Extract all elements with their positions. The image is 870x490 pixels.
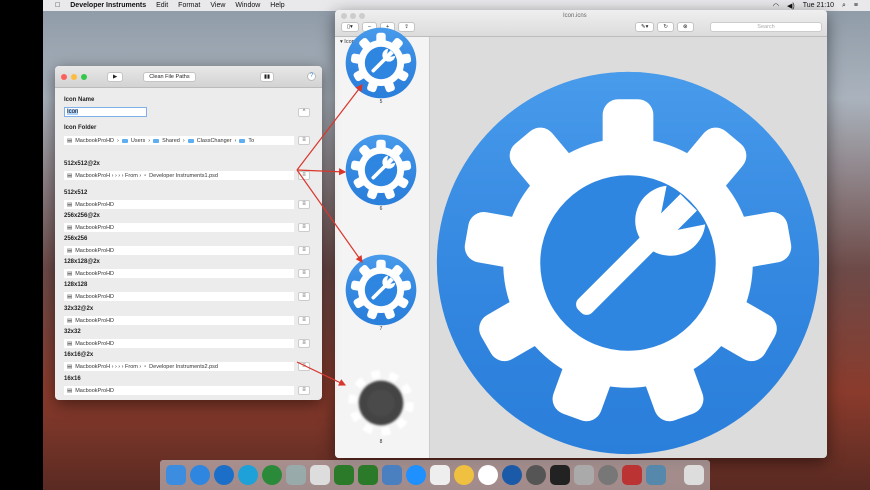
launchpad-icon[interactable] (526, 465, 546, 485)
app-icon[interactable] (622, 465, 642, 485)
preview-icon[interactable] (286, 465, 306, 485)
app-icon[interactable] (430, 465, 450, 485)
sync-icon[interactable] (214, 465, 234, 485)
photos-icon[interactable] (454, 465, 474, 485)
developer-instruments-icon[interactable] (190, 465, 210, 485)
app-icon[interactable] (574, 465, 594, 485)
trash-icon[interactable] (684, 465, 704, 485)
app-icon[interactable] (382, 465, 402, 485)
terminal-icon[interactable] (550, 465, 570, 485)
app-icon[interactable] (310, 465, 330, 485)
finder-icon[interactable] (166, 465, 186, 485)
app-icon[interactable] (646, 465, 666, 485)
app-icon[interactable] (502, 465, 522, 485)
safari-icon[interactable] (406, 465, 426, 485)
arrow (296, 84, 363, 171)
vpn-icon[interactable] (334, 465, 354, 485)
music-icon[interactable] (478, 465, 498, 485)
dock (160, 460, 710, 490)
arrow (296, 168, 347, 176)
app-icon[interactable] (238, 465, 258, 485)
vpn-icon[interactable] (358, 465, 378, 485)
system-preferences-icon[interactable] (598, 465, 618, 485)
arrow (296, 361, 347, 386)
annotation-arrows (296, 84, 363, 386)
arrow (296, 169, 363, 263)
app-icon[interactable] (262, 465, 282, 485)
